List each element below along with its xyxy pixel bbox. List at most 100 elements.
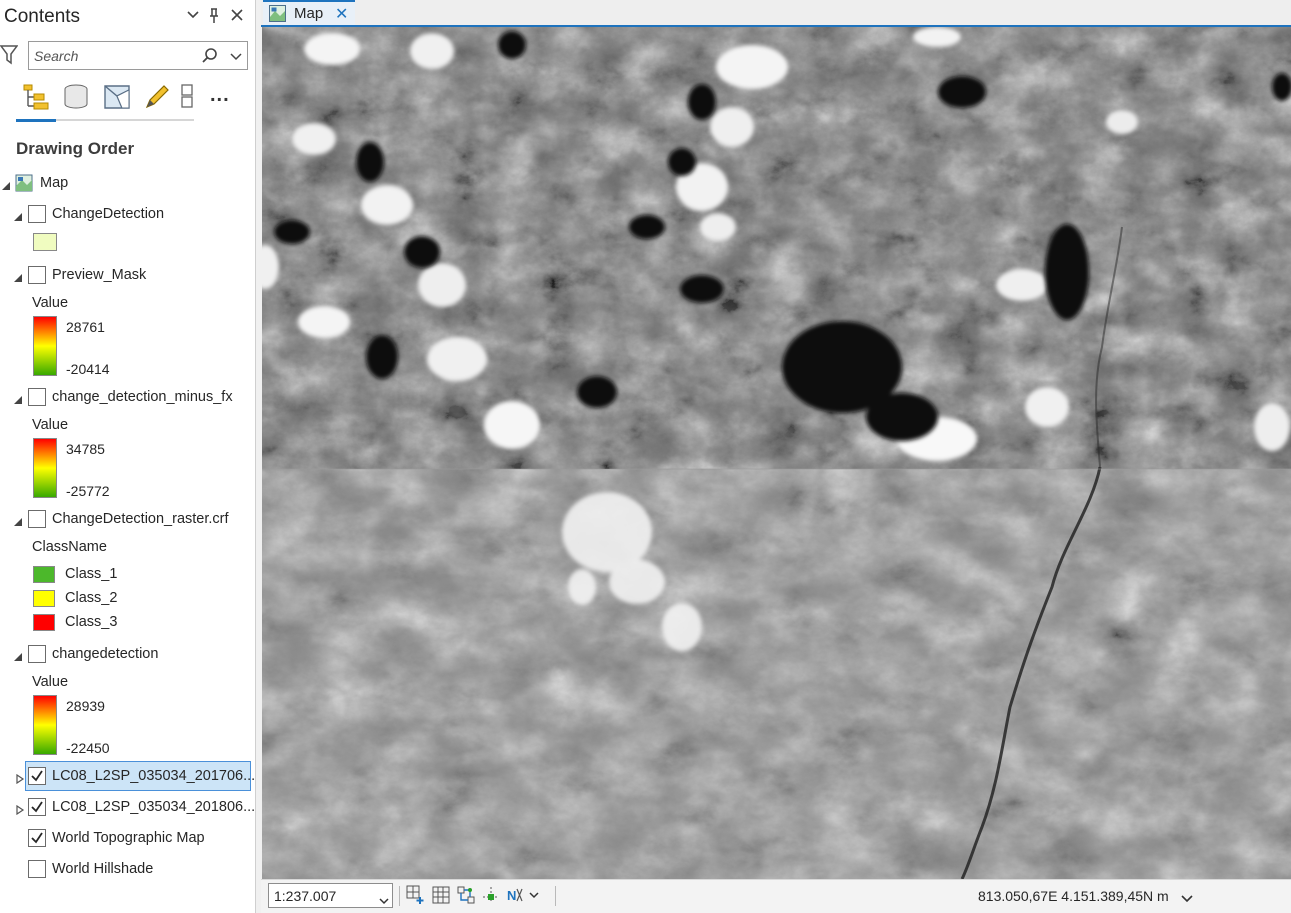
ramp-low-value: -25772 bbox=[66, 483, 110, 499]
grid-icon[interactable] bbox=[431, 885, 451, 905]
layer-row-changedetection[interactable]: changedetection bbox=[0, 643, 250, 667]
constraints-icon[interactable] bbox=[481, 885, 501, 905]
layer-visibility-checkbox[interactable] bbox=[28, 829, 46, 847]
ramp-low-value: -22450 bbox=[66, 740, 110, 756]
coordinates-chevron-down-icon[interactable] bbox=[1181, 890, 1193, 903]
search-options-chevron-icon[interactable] bbox=[227, 47, 245, 65]
ramp-high-value: 34785 bbox=[66, 441, 105, 457]
svg-text:N: N bbox=[507, 888, 516, 903]
layer-row-changedetection-raster-crf[interactable]: ChangeDetection_raster.crf bbox=[0, 508, 250, 532]
chevron-down-icon bbox=[379, 892, 389, 905]
layer-row-world-hillshade[interactable]: World Hillshade bbox=[0, 858, 250, 882]
class-2-swatch[interactable] bbox=[33, 590, 55, 607]
tab-label: Map bbox=[294, 5, 324, 22]
contents-toolbar: ... bbox=[16, 78, 229, 122]
search-box bbox=[28, 41, 248, 70]
expanded-triangle-icon[interactable] bbox=[13, 649, 23, 661]
layer-visibility-checkbox[interactable] bbox=[28, 645, 46, 663]
pane-close-icon[interactable] bbox=[230, 8, 244, 26]
layer-row-lc08-2018[interactable]: LC08_L2SP_035034_201806... bbox=[0, 796, 255, 820]
layer-row-change-detection-minus-fx[interactable]: change_detection_minus_fx bbox=[0, 386, 250, 410]
cursor-coordinates: 813.050,67E 4.151.389,45N m bbox=[978, 888, 1169, 904]
color-ramp[interactable] bbox=[33, 695, 57, 755]
search-icon[interactable] bbox=[201, 47, 219, 65]
tree-item-map[interactable]: Map bbox=[0, 172, 250, 196]
list-by-data-source-icon[interactable] bbox=[61, 82, 91, 112]
expanded-triangle-icon[interactable] bbox=[1, 178, 11, 190]
layer-visibility-checkbox[interactable] bbox=[28, 860, 46, 878]
ramp-high-value: 28939 bbox=[66, 698, 105, 714]
contents-pane: Contents Search ... Drawing Order Map Ch… bbox=[0, 0, 256, 913]
layer-row-lc08-2017[interactable]: LC08_L2SP_035034_201706... bbox=[0, 765, 255, 789]
layer-row-changedetection-fc[interactable]: ChangeDetection bbox=[0, 203, 250, 227]
legend-title: Value bbox=[32, 295, 69, 311]
color-ramp[interactable] bbox=[33, 316, 57, 376]
status-separator bbox=[555, 886, 556, 906]
class-label: Class_2 bbox=[65, 590, 118, 606]
class-label: Class_3 bbox=[65, 614, 118, 630]
layer-name: World Topographic Map bbox=[52, 830, 205, 846]
drawing-order-heading: Drawing Order bbox=[16, 139, 135, 158]
map-label: Map bbox=[40, 175, 69, 191]
layer-name: ChangeDetection_raster.crf bbox=[52, 511, 229, 527]
toolbar-underline bbox=[16, 119, 194, 122]
expanded-triangle-icon[interactable] bbox=[13, 270, 23, 282]
contents-header: Contents bbox=[0, 0, 256, 36]
layer-name: LC08_L2SP_035034_201706... bbox=[52, 768, 256, 784]
expanded-triangle-icon[interactable] bbox=[13, 392, 23, 404]
map-scale-value: 1:237.007 bbox=[274, 888, 337, 904]
layer-name: ChangeDetection bbox=[52, 206, 165, 222]
map-icon bbox=[269, 5, 286, 22]
tab-map[interactable]: Map ✕ bbox=[263, 0, 355, 25]
layer-visibility-checkbox[interactable] bbox=[28, 510, 46, 528]
layer-name: LC08_L2SP_035034_201806... bbox=[52, 799, 256, 815]
legend-title: Value bbox=[32, 674, 69, 690]
view-tab-bar: Map ✕ bbox=[261, 0, 1291, 27]
tab-close-icon[interactable]: ✕ bbox=[335, 4, 348, 24]
color-ramp[interactable] bbox=[33, 438, 57, 498]
layer-visibility-checkbox[interactable] bbox=[28, 266, 46, 284]
layer-visibility-checkbox[interactable] bbox=[28, 798, 46, 816]
layer-name: World Hillshade bbox=[52, 861, 154, 877]
layer-visibility-checkbox[interactable] bbox=[28, 388, 46, 406]
map-status-bar: 1:237.007 N 813.050,67E 4.151.389,45N m bbox=[261, 879, 1291, 913]
list-by-snapping-icon[interactable] bbox=[178, 82, 208, 112]
layer-visibility-checkbox[interactable] bbox=[28, 205, 46, 223]
search-input[interactable] bbox=[34, 46, 194, 66]
satellite-imagery bbox=[262, 27, 1291, 879]
legend-title: Value bbox=[32, 417, 69, 433]
more-options-button[interactable]: ... bbox=[210, 84, 240, 114]
navigation-north-icon[interactable]: N bbox=[506, 885, 540, 905]
collapsed-triangle-icon[interactable] bbox=[15, 771, 25, 785]
pane-pin-icon[interactable] bbox=[208, 8, 220, 28]
class-3-swatch[interactable] bbox=[33, 614, 55, 631]
layer-name: change_detection_minus_fx bbox=[52, 389, 233, 405]
legend-title: ClassName bbox=[32, 539, 107, 555]
pane-options-chevron-icon[interactable] bbox=[186, 8, 200, 26]
list-by-drawing-order-icon[interactable] bbox=[21, 82, 51, 112]
ramp-low-value: -20414 bbox=[66, 361, 110, 377]
list-by-selection-icon[interactable] bbox=[102, 82, 132, 112]
collapsed-triangle-icon[interactable] bbox=[15, 802, 25, 816]
filter-icon[interactable] bbox=[0, 42, 19, 66]
fixed-zoom-in-icon[interactable] bbox=[406, 885, 426, 905]
class-label: Class_1 bbox=[65, 566, 118, 582]
expanded-triangle-icon[interactable] bbox=[13, 209, 23, 221]
map-canvas[interactable] bbox=[262, 27, 1291, 879]
snapping-icon[interactable] bbox=[456, 885, 476, 905]
layer-row-preview-mask[interactable]: Preview_Mask bbox=[0, 264, 250, 288]
map-scale-dropdown[interactable]: 1:237.007 bbox=[268, 883, 393, 908]
contents-title: Contents bbox=[4, 6, 81, 27]
class-1-swatch[interactable] bbox=[33, 566, 55, 583]
layer-name: Preview_Mask bbox=[52, 267, 147, 283]
layer-row-world-topographic-map[interactable]: World Topographic Map bbox=[0, 827, 250, 851]
polygon-symbol-swatch[interactable] bbox=[33, 233, 57, 251]
list-by-editing-icon[interactable] bbox=[142, 82, 172, 112]
map-icon bbox=[15, 174, 33, 192]
status-separator bbox=[399, 886, 400, 906]
layer-visibility-checkbox[interactable] bbox=[28, 767, 46, 785]
layer-name: changedetection bbox=[52, 646, 159, 662]
expanded-triangle-icon[interactable] bbox=[13, 514, 23, 526]
ramp-high-value: 28761 bbox=[66, 319, 105, 335]
map-area: Map ✕ 1:237.007 N 813.050,67E 4.151.389,… bbox=[261, 0, 1291, 913]
